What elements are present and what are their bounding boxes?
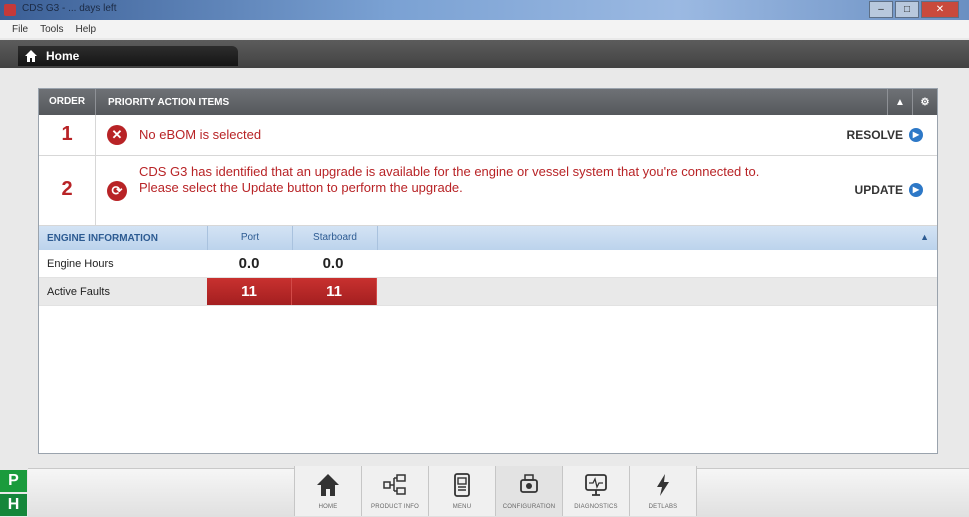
minimize-button[interactable]: – [869,1,893,18]
nav-configuration[interactable]: CONFIGURATION [496,466,563,516]
priority-title: PRIORITY ACTION ITEMS [108,96,230,108]
lightning-icon [657,474,669,496]
starboard-column-header: Starboard [292,226,378,250]
resolve-label: RESOLVE [846,128,903,142]
starboard-value: 0.0 [322,255,344,272]
window-title: CDS G3 - ... days left [22,3,117,14]
h-button[interactable]: H [0,494,27,516]
priority-header: ORDER PRIORITY ACTION ITEMS ▲ ⚙ [39,89,937,115]
maximize-button[interactable]: □ [895,1,919,18]
nav-label: PRODUCT INFO [371,504,419,510]
close-button[interactable]: ✕ [921,1,959,18]
item-message-detail: Please select the Update button to perfo… [139,180,463,195]
collapse-icon[interactable]: ▲ [887,89,912,115]
menu-file[interactable]: File [12,24,28,35]
starboard-faults-value[interactable]: 11 [292,278,377,305]
row-label: Active Faults [47,285,110,298]
arrow-right-icon: ▶ [909,128,923,142]
nav-diagnostics[interactable]: DIAGNOSTICS [563,466,630,516]
menu-tools[interactable]: Tools [40,24,63,35]
port-faults-value[interactable]: 11 [207,278,292,305]
gear-icon[interactable]: ⚙ [912,89,937,115]
priority-item-1: 1 ✕ No eBOM is selected RESOLVE ▶ [39,115,937,156]
arrow-right-icon: ▶ [909,183,923,197]
update-button[interactable]: UPDATE ▶ [855,183,923,197]
order-column-label: ORDER [39,89,96,115]
active-faults-row: Active Faults 11 11 [39,278,937,306]
nav-detlabs[interactable]: DETLABS [630,466,697,516]
title-bar: CDS G3 - ... days left – □ ✕ [0,0,969,20]
home-icon [317,474,339,496]
item-number: 1 [61,123,73,145]
nav-menu[interactable]: MENU [429,466,496,516]
p-button[interactable]: P [0,470,27,492]
update-label: UPDATE [854,183,903,197]
device-icon [454,473,470,497]
nav-label: DETLABS [648,504,678,510]
row-label: Engine Hours [47,257,114,270]
nav-product-info[interactable]: PRODUCT INFO [362,466,429,516]
menu-help[interactable]: Help [75,24,96,35]
nav-label: CONFIGURATION [502,504,556,510]
nav-label: MENU [452,504,472,510]
collapse-icon[interactable]: ▲ [920,232,929,242]
home-tab[interactable]: Home [18,46,238,66]
item-message: No eBOM is selected [139,127,262,142]
nav-label: HOME [318,504,338,510]
priority-item-2: 2 ⟳ CDS G3 has identified that an upgrad… [39,156,937,226]
network-icon [383,474,406,495]
main-panel: ORDER PRIORITY ACTION ITEMS ▲ ⚙ 1 ✕ No e… [38,88,938,454]
nav-home[interactable]: HOME [295,466,362,516]
port-column-header: Port [207,226,292,250]
bottom-nav: HOME PRODUCT INFO MENU CONFIGURATION DIA… [294,466,697,516]
engine-info-header: ENGINE INFORMATION Port Starboard ▲ [39,226,937,250]
item-number: 2 [61,178,73,200]
app-icon [4,4,16,16]
engine-icon [520,474,538,493]
engine-hours-row: Engine Hours 0.0 0.0 [39,250,937,278]
menu-bar: File Tools Help [0,20,969,38]
home-label: Home [46,49,80,63]
home-icon [25,50,37,62]
item-message: CDS G3 has identified that an upgrade is… [139,164,760,179]
engine-info-title: ENGINE INFORMATION [47,232,158,244]
resolve-button[interactable]: RESOLVE ▶ [847,128,923,142]
monitor-icon [585,474,607,496]
breadcrumb-bar: Home [0,40,969,68]
error-icon: ✕ [107,125,127,145]
update-icon: ⟳ [107,181,127,201]
nav-label: DIAGNOSTICS [574,504,618,510]
port-value: 0.0 [238,255,260,272]
